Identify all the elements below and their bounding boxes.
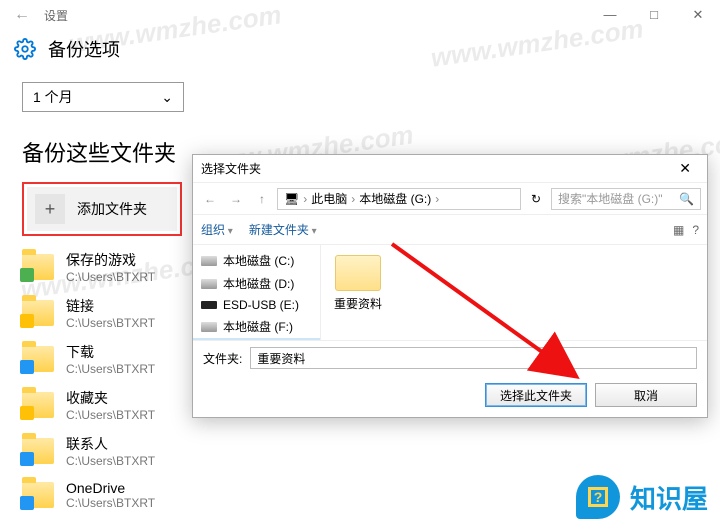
- help-button[interactable]: ?: [692, 223, 699, 237]
- folder-icon: [22, 482, 54, 508]
- add-folder-label: 添加文件夹: [77, 199, 147, 219]
- folder-icon: [335, 255, 381, 291]
- select-folder-button[interactable]: 选择此文件夹: [485, 383, 587, 407]
- nav-back-button[interactable]: ←: [199, 192, 221, 206]
- tree-label: ESD-USB (E:): [223, 298, 299, 312]
- cancel-button[interactable]: 取消: [595, 383, 697, 407]
- minimize-button[interactable]: —: [588, 0, 632, 30]
- folder-name: 链接: [66, 296, 155, 316]
- dialog-toolbar: 组织 新建文件夹 ▦ ?: [193, 215, 707, 245]
- folder-path: C:\Users\BTXRT: [66, 496, 155, 510]
- nav-up-button[interactable]: ↑: [251, 192, 273, 206]
- breadcrumb-item[interactable]: 此电脑: [311, 190, 347, 207]
- maximize-button[interactable]: □: [632, 0, 676, 30]
- folder-caption: 重要资料: [331, 295, 385, 312]
- dialog-nav: ← → ↑ 🖥 › 此电脑 › 本地磁盘 (G:) › ↻ 搜索"本地磁盘 (G…: [193, 183, 707, 215]
- brand-logo: ? 知识屋: [576, 475, 708, 519]
- folder-path: C:\Users\BTXRT: [66, 270, 155, 284]
- folder-view[interactable]: 重要资料: [321, 245, 707, 340]
- folder-path: C:\Users\BTXRT: [66, 454, 155, 468]
- breadcrumb-item[interactable]: 本地磁盘 (G:): [359, 190, 431, 207]
- computer-icon: 🖥: [284, 192, 299, 206]
- folder-path: C:\Users\BTXRT: [66, 316, 155, 330]
- usb-icon: [201, 301, 217, 309]
- folder-name-row: 文件夹:: [193, 340, 707, 375]
- search-placeholder: 搜索"本地磁盘 (G:)": [558, 190, 663, 207]
- back-button[interactable]: ←: [8, 6, 36, 24]
- tree-node[interactable]: ESD-USB (E:): [193, 295, 320, 315]
- folder-name: 联系人: [66, 434, 155, 454]
- disk-icon: [201, 279, 217, 289]
- nav-forward-button[interactable]: →: [225, 192, 247, 206]
- folder-icon: [22, 346, 54, 372]
- window-title: 设置: [44, 7, 68, 24]
- plus-icon: +: [35, 194, 65, 224]
- tree-node[interactable]: 本地磁盘 (C:): [193, 249, 320, 272]
- add-folder-highlight: + 添加文件夹: [22, 182, 182, 236]
- folder-name: OneDrive: [66, 480, 155, 496]
- folder-icon: [22, 438, 54, 464]
- breadcrumb[interactable]: 🖥 › 此电脑 › 本地磁盘 (G:) ›: [277, 188, 521, 210]
- folder-label: 文件夹:: [203, 350, 242, 367]
- gear-icon: [14, 38, 36, 60]
- folder-tree[interactable]: 本地磁盘 (C:)本地磁盘 (D:)ESD-USB (E:)本地磁盘 (F:)本…: [193, 245, 321, 340]
- organize-menu[interactable]: 组织: [201, 221, 233, 238]
- logo-icon: ?: [576, 475, 620, 519]
- page-header: 备份选项: [0, 30, 720, 74]
- tree-node[interactable]: 本地磁盘 (D:): [193, 272, 320, 295]
- disk-icon: [201, 322, 217, 332]
- folder-name-input[interactable]: [250, 347, 697, 369]
- brand-text: 知识屋: [630, 479, 708, 516]
- page-title: 备份选项: [48, 36, 120, 62]
- tree-label: 本地磁盘 (D:): [223, 275, 294, 292]
- tree-node[interactable]: 本地磁盘 (F:): [193, 315, 320, 338]
- folder-name: 下载: [66, 342, 155, 362]
- folder-picker-dialog: 选择文件夹 ✕ ← → ↑ 🖥 › 此电脑 › 本地磁盘 (G:) › ↻ 搜索…: [192, 154, 708, 418]
- folder-name: 保存的游戏: [66, 250, 155, 270]
- close-button[interactable]: ✕: [676, 0, 720, 30]
- tree-label: 本地磁盘 (C:): [223, 252, 294, 269]
- chevron-down-icon: ⌄: [161, 89, 173, 106]
- search-icon: 🔍: [679, 192, 694, 206]
- view-button[interactable]: ▦: [673, 223, 684, 237]
- dialog-title: 选择文件夹: [201, 160, 261, 177]
- retention-dropdown[interactable]: 1 个月 ⌄: [22, 82, 184, 112]
- new-folder-button[interactable]: 新建文件夹: [249, 221, 317, 238]
- dialog-titlebar: 选择文件夹 ✕: [193, 155, 707, 183]
- folder-icon: [22, 254, 54, 280]
- dropdown-value: 1 个月: [33, 87, 73, 107]
- window-titlebar: ← 设置 — □ ✕: [0, 0, 720, 30]
- backup-folder-item[interactable]: 联系人 C:\Users\BTXRT: [22, 434, 698, 468]
- folder-path: C:\Users\BTXRT: [66, 362, 155, 376]
- folder-item[interactable]: 重要资料: [331, 255, 385, 312]
- folder-icon: [22, 300, 54, 326]
- add-folder-button[interactable]: + 添加文件夹: [27, 187, 177, 231]
- disk-icon: [201, 256, 217, 266]
- dialog-close-button[interactable]: ✕: [671, 160, 699, 177]
- search-input[interactable]: 搜索"本地磁盘 (G:)" 🔍: [551, 188, 701, 210]
- refresh-button[interactable]: ↻: [525, 192, 547, 206]
- tree-label: 本地磁盘 (F:): [223, 318, 293, 335]
- folder-path: C:\Users\BTXRT: [66, 408, 155, 422]
- folder-name: 收藏夹: [66, 388, 155, 408]
- folder-icon: [22, 392, 54, 418]
